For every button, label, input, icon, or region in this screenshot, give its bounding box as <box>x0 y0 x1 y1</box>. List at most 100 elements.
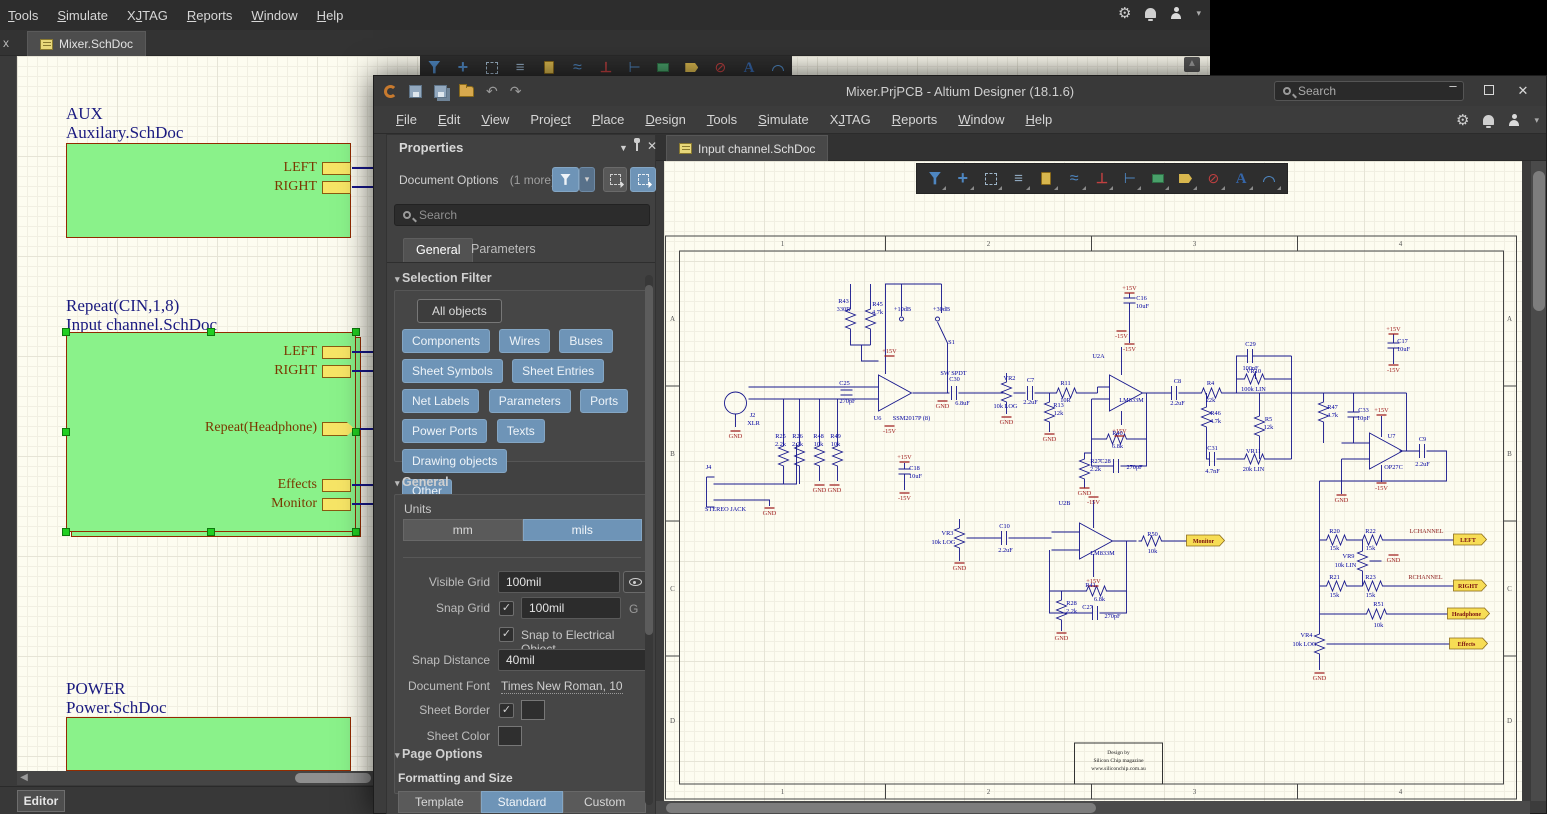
scroll-thumb[interactable] <box>1533 171 1545 311</box>
size-custom[interactable]: Custom <box>563 791 646 813</box>
menu-project[interactable]: Project <box>530 112 570 127</box>
gear-icon[interactable]: ⚙ <box>1118 4 1131 22</box>
menu-reports[interactable]: Reports <box>187 8 233 23</box>
sheet-border-color[interactable] <box>521 700 545 720</box>
minimize-button[interactable]: – <box>1442 78 1464 93</box>
filter-texts[interactable]: Texts <box>497 419 545 443</box>
snap-distance-input[interactable] <box>498 649 648 671</box>
noerc-icon[interactable] <box>1201 166 1226 191</box>
size-template[interactable]: Template <box>398 791 481 813</box>
menu-file[interactable]: File <box>396 112 417 127</box>
schematic-canvas[interactable]: 12341234ABCDABCDDesign bySilicon Chip ma… <box>664 161 1522 801</box>
panel-search[interactable]: Search <box>394 204 650 226</box>
undo-icon[interactable]: ↶ <box>486 84 498 98</box>
menu-help[interactable]: Help <box>1025 112 1052 127</box>
snap-grid-input[interactable] <box>521 597 621 619</box>
user-icon[interactable] <box>1508 114 1520 126</box>
menu-simulate[interactable]: Simulate <box>758 112 809 127</box>
section-general[interactable]: General <box>395 475 449 489</box>
global-search[interactable]: Search <box>1274 81 1464 101</box>
user-icon[interactable] <box>1170 7 1182 19</box>
filter-wires[interactable]: Wires <box>499 329 550 353</box>
filter-drawing-objects[interactable]: Drawing objects <box>402 449 507 473</box>
units-mils[interactable]: mils <box>523 519 643 541</box>
filter-net-labels[interactable]: Net Labels <box>402 389 479 413</box>
size-standard[interactable]: Standard <box>481 791 564 813</box>
redo-icon[interactable]: ↷ <box>510 84 522 98</box>
titlebar[interactable]: ↶ ↷ Mixer.PrjPCB - Altium Designer (18.1… <box>374 76 1546 106</box>
menu-tools[interactable]: Tools <box>707 112 737 127</box>
filter-components[interactable]: Components <box>402 329 490 353</box>
bg-doc-tab[interactable]: Mixer.SchDoc <box>27 31 146 56</box>
part-icon[interactable] <box>1034 166 1059 191</box>
filter-sheet-symbols[interactable]: Sheet Symbols <box>402 359 503 383</box>
sheet-entry[interactable] <box>322 365 351 378</box>
open-folder-icon[interactable] <box>459 86 474 97</box>
align-icon[interactable] <box>1006 166 1031 191</box>
panel-scrollbar[interactable] <box>645 275 653 805</box>
h-scrollbar[interactable] <box>656 801 1530 814</box>
select-touch-button[interactable] <box>630 167 656 192</box>
v-scrollbar[interactable] <box>1530 161 1546 801</box>
bell-icon[interactable] <box>1145 8 1156 18</box>
doc-tab-input-channel[interactable]: Input channel.SchDoc <box>666 135 828 161</box>
scroll-thumb[interactable] <box>666 803 1096 813</box>
filter-ports[interactable]: Ports <box>580 389 628 413</box>
sheet-entry[interactable] <box>322 479 351 492</box>
menu-xjtag[interactable]: XJTAG <box>127 8 168 23</box>
bell-icon[interactable] <box>1483 115 1494 125</box>
selection-handle[interactable] <box>62 328 70 336</box>
filter-power-ports[interactable]: Power Ports <box>402 419 487 443</box>
selection-handle[interactable] <box>207 328 215 336</box>
selection-handle[interactable] <box>352 428 360 436</box>
menu-window[interactable]: Window <box>958 112 1004 127</box>
menu-view[interactable]: View <box>481 112 509 127</box>
visible-grid-eye-button[interactable] <box>623 571 647 593</box>
menu-help[interactable]: Help <box>317 8 344 23</box>
document-font-value[interactable]: Times New Roman, 10 <box>501 679 623 694</box>
bg-hscrollbar[interactable]: ◀ <box>17 771 373 785</box>
cross-icon[interactable] <box>950 166 975 191</box>
close-icon[interactable]: x <box>3 36 9 50</box>
selection-handle[interactable] <box>207 528 215 536</box>
menu-tools[interactable]: Tools <box>8 8 38 23</box>
save-icon[interactable] <box>409 85 422 98</box>
gear-icon[interactable]: ⚙ <box>1456 111 1469 129</box>
save-all-icon[interactable] <box>434 85 447 98</box>
snap-electrical-checkbox[interactable]: ✓ <box>499 627 514 642</box>
select-overlap-button[interactable] <box>603 167 627 192</box>
sheet-border-checkbox[interactable]: ✓ <box>499 703 514 718</box>
visible-grid-input[interactable] <box>498 571 620 593</box>
sheet-icon[interactable] <box>1145 166 1170 191</box>
selection-handle[interactable] <box>62 428 70 436</box>
menu-simulate[interactable]: Simulate <box>57 8 108 23</box>
pin-icon[interactable] <box>636 142 638 151</box>
filter-icon[interactable] <box>922 166 947 191</box>
select-icon[interactable] <box>978 166 1003 191</box>
close-button[interactable]: ✕ <box>1512 83 1534 99</box>
snap-grid-checkbox[interactable]: ✓ <box>499 601 514 616</box>
selection-handle[interactable] <box>352 328 360 336</box>
panel-dropdown-icon[interactable]: ▼ <box>619 143 628 153</box>
menu-window[interactable]: Window <box>251 8 297 23</box>
chevron-down-icon[interactable]: ▾ <box>1196 8 1201 19</box>
editor-button[interactable]: Editor <box>17 790 65 812</box>
arc-icon[interactable] <box>1257 166 1282 191</box>
port-icon[interactable] <box>1173 166 1198 191</box>
selection-handle[interactable] <box>352 528 360 536</box>
sheet-entry[interactable] <box>322 181 351 194</box>
units-mm[interactable]: mm <box>403 519 523 541</box>
sheet-entry[interactable] <box>322 162 351 175</box>
filter-dropdown[interactable]: ▾ <box>579 167 595 192</box>
scroll-thumb[interactable] <box>645 285 653 635</box>
tab-parameters[interactable]: Parameters <box>459 238 548 262</box>
filter-parameters[interactable]: Parameters <box>489 389 571 413</box>
menu-reports[interactable]: Reports <box>892 112 938 127</box>
scroll-thumb[interactable] <box>295 773 371 783</box>
filter-buses[interactable]: Buses <box>559 329 612 353</box>
menu-place[interactable]: Place <box>592 112 625 127</box>
sheet-color[interactable] <box>498 726 522 746</box>
section-page-options[interactable]: Page Options <box>395 747 483 761</box>
section-selection-filter[interactable]: Selection Filter <box>395 271 492 285</box>
scroll-left-icon[interactable]: ◀ <box>17 771 31 785</box>
